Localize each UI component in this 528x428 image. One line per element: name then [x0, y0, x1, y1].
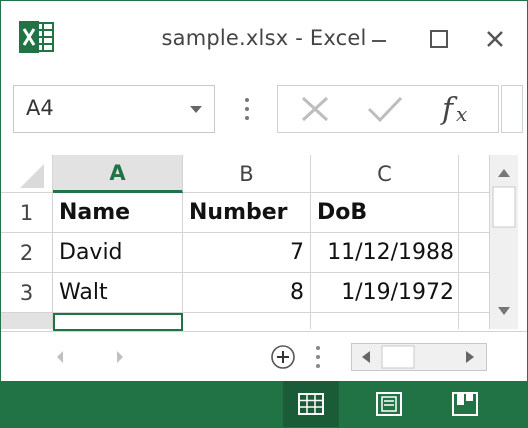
- column-header-a[interactable]: A: [53, 155, 183, 193]
- svg-text:x: x: [456, 102, 467, 126]
- row-header-2[interactable]: 2: [1, 233, 53, 273]
- more-options-icon[interactable]: [244, 95, 250, 123]
- page-layout-view-icon[interactable]: [361, 381, 417, 427]
- cell-a3[interactable]: Walt: [53, 273, 183, 313]
- cell-b3[interactable]: 8: [183, 273, 311, 313]
- cell-b1[interactable]: Number: [183, 193, 311, 233]
- status-bar: [1, 381, 527, 427]
- add-sheet-icon[interactable]: [269, 343, 297, 371]
- cell-b2[interactable]: 7: [183, 233, 311, 273]
- column-header-b[interactable]: B: [183, 155, 311, 193]
- fx-icon[interactable]: f x: [428, 86, 488, 132]
- chevron-down-icon[interactable]: [190, 106, 202, 113]
- select-all-corner[interactable]: [1, 155, 53, 193]
- cell-c1[interactable]: DoB: [311, 193, 459, 233]
- cell-b4[interactable]: [183, 313, 311, 329]
- excel-window: sample.xlsx - Excel A4 f x A B C 1 2 3 N…: [0, 0, 528, 428]
- name-box[interactable]: A4: [13, 85, 215, 133]
- cell-d1[interactable]: [459, 193, 489, 233]
- cell-c2[interactable]: 11/12/1988: [311, 233, 459, 273]
- formula-bar[interactable]: f x: [277, 85, 499, 133]
- cell-d2[interactable]: [459, 233, 489, 273]
- scroll-right-icon[interactable]: [111, 346, 141, 368]
- name-box-value: A4: [26, 96, 54, 120]
- scroll-left-icon[interactable]: [51, 346, 81, 368]
- column-header-d[interactable]: [459, 155, 489, 193]
- cell-d3[interactable]: [459, 273, 489, 313]
- vertical-scrollbar[interactable]: [489, 155, 518, 329]
- cell-a1[interactable]: Name: [53, 193, 183, 233]
- title-bar: sample.xlsx - Excel: [1, 1, 527, 75]
- cell-c3[interactable]: 1/19/1972: [311, 273, 459, 313]
- row-header-3[interactable]: 3: [1, 273, 53, 313]
- horizontal-scrollbar[interactable]: [351, 343, 487, 371]
- page-break-preview-icon[interactable]: [437, 381, 493, 427]
- cell-c4[interactable]: [311, 313, 459, 329]
- cancel-x-icon[interactable]: [290, 86, 340, 132]
- row-header-4[interactable]: [1, 313, 53, 329]
- formula-bar-expand[interactable]: [501, 85, 523, 133]
- maximize-button[interactable]: [419, 19, 459, 59]
- tab-options-icon[interactable]: [315, 344, 321, 370]
- column-header-c[interactable]: C: [311, 155, 459, 193]
- normal-view-icon[interactable]: [283, 381, 339, 427]
- close-button[interactable]: [475, 19, 515, 59]
- minimize-button[interactable]: [359, 19, 399, 59]
- row-header-1[interactable]: 1: [1, 193, 53, 233]
- cell-a2[interactable]: David: [53, 233, 183, 273]
- cell-a4-active[interactable]: [53, 313, 183, 331]
- enter-check-icon[interactable]: [358, 86, 412, 132]
